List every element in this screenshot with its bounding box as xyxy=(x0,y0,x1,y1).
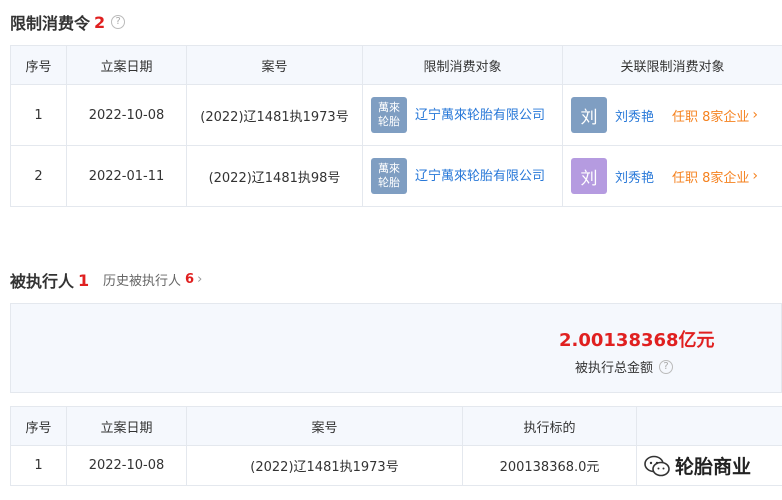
avatar[interactable]: 刘 xyxy=(571,97,607,133)
restricted-object-cell: 萬來 轮胎 辽宁萬來轮胎有限公司 xyxy=(362,145,563,207)
col-header-index: 序号 xyxy=(10,45,67,85)
person-link[interactable]: 刘秀艳 xyxy=(615,106,654,125)
col-header-target: 执行标的 xyxy=(462,406,637,446)
row-index: 1 xyxy=(10,445,67,486)
section-title: 限制消费令 xyxy=(10,14,91,33)
col-header-date: 立案日期 xyxy=(66,406,187,446)
row-target: 200138368.0元 xyxy=(462,445,637,486)
job-link[interactable]: 任职 8家企业 › xyxy=(672,167,758,186)
restricted-object-cell: 萬來 轮胎 辽宁萬來轮胎有限公司 xyxy=(362,84,563,146)
row-date: 2022-10-08 xyxy=(66,445,187,486)
execution-summary-panel: 2.00138368亿元 被执行总金额 ? xyxy=(10,303,782,393)
col-header-extra xyxy=(636,406,782,446)
row-case-no: (2022)辽1481执98号 xyxy=(186,145,363,207)
chevron-right-icon: › xyxy=(197,272,203,287)
section-title: 被执行人 xyxy=(10,272,75,291)
chevron-right-icon: › xyxy=(752,107,759,123)
table-header-row: 序号 立案日期 案号 执行标的 xyxy=(10,406,782,446)
col-header-case-no: 案号 xyxy=(186,406,463,446)
total-amount: 2.00138368亿元 xyxy=(559,330,715,351)
section-count: 2 xyxy=(94,12,106,32)
wechat-icon xyxy=(644,455,670,476)
total-amount-label: 被执行总金额 xyxy=(575,361,654,376)
chevron-right-icon: › xyxy=(752,168,759,184)
company-logo[interactable]: 萬來 轮胎 xyxy=(371,97,407,133)
row-index: 1 xyxy=(10,84,67,146)
help-icon[interactable]: ? xyxy=(659,359,674,374)
table-row: 2 2022-01-11 (2022)辽1481执98号 萬來 轮胎 辽宁萬來轮… xyxy=(10,145,782,207)
person-link[interactable]: 刘秀艳 xyxy=(615,167,654,186)
col-header-date: 立案日期 xyxy=(66,45,187,85)
table-row: 1 2022-10-08 (2022)辽1481执1973号 萬來 轮胎 辽宁萬… xyxy=(10,84,782,146)
col-header-related-object: 关联限制消费对象 xyxy=(562,45,782,85)
job-link[interactable]: 任职 8家企业 › xyxy=(672,106,758,125)
watermark: 轮胎商业 xyxy=(643,452,751,479)
history-executed-link[interactable]: 历史被执行人 6 › xyxy=(103,270,202,289)
row-case-no: (2022)辽1481执1973号 xyxy=(186,84,363,146)
col-header-case-no: 案号 xyxy=(186,45,363,85)
related-object-cell: 刘 刘秀艳 任职 8家企业 › xyxy=(562,84,782,146)
table-header-row: 序号 立案日期 案号 限制消费对象 关联限制消费对象 xyxy=(10,45,782,85)
history-count: 6 xyxy=(185,272,195,287)
executed-person-section-title: 被执行人 1 xyxy=(10,268,89,292)
help-icon[interactable]: ? xyxy=(111,15,126,29)
history-label: 历史被执行人 xyxy=(103,274,182,289)
section-count: 1 xyxy=(78,270,90,290)
row-index: 2 xyxy=(10,145,67,207)
company-link[interactable]: 辽宁萬來轮胎有限公司 xyxy=(415,105,545,126)
row-case-no: (2022)辽1481执1973号 xyxy=(186,445,463,486)
avatar[interactable]: 刘 xyxy=(571,158,607,194)
company-logo[interactable]: 萬來 轮胎 xyxy=(371,158,407,194)
total-amount-label-row: 被执行总金额 ? xyxy=(575,357,674,376)
related-object-cell: 刘 刘秀艳 任职 8家企业 › xyxy=(562,145,782,207)
restriction-order-section-title: 限制消费令 2 ? xyxy=(10,10,126,34)
watermark-text: 轮胎商业 xyxy=(675,456,752,478)
col-header-index: 序号 xyxy=(10,406,67,446)
col-header-restricted-object: 限制消费对象 xyxy=(362,45,563,85)
row-date: 2022-10-08 xyxy=(66,84,187,146)
company-link[interactable]: 辽宁萬來轮胎有限公司 xyxy=(415,166,545,187)
row-date: 2022-01-11 xyxy=(66,145,187,207)
restriction-order-table: 序号 立案日期 案号 限制消费对象 关联限制消费对象 1 2022-10-08 … xyxy=(10,45,782,207)
